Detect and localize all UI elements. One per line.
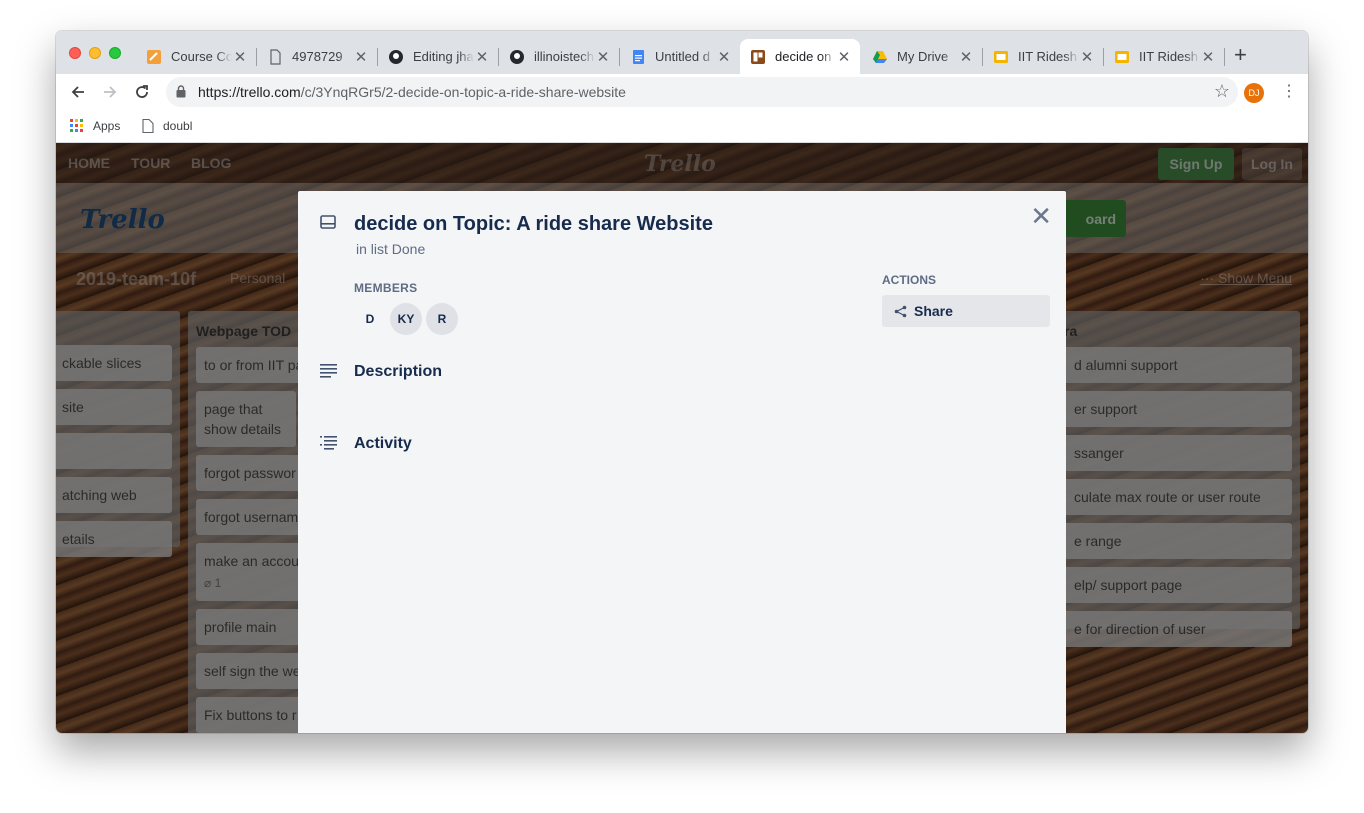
member-avatar[interactable]: KY xyxy=(390,303,422,335)
tab-title: IIT Ridesh xyxy=(1139,49,1199,64)
browser-tab[interactable]: illinoistech ✕ xyxy=(499,39,620,74)
apps-grid-icon xyxy=(70,119,84,133)
tab-separator xyxy=(1224,48,1225,66)
back-arrow-icon xyxy=(71,86,84,98)
minimize-window-button[interactable] xyxy=(89,47,101,59)
tab-title: 4978729 xyxy=(292,49,343,64)
card-detail-modal: ✕ decide on Topic: A ride share Website … xyxy=(298,191,1066,733)
bookmark-doubl[interactable]: doubl xyxy=(142,119,192,133)
url-text: https://trello.com/c/3YnqRGr5/2-decide-o… xyxy=(198,84,626,100)
browser-tab[interactable]: IIT Ridesh ✕ xyxy=(1104,39,1225,74)
close-tab-icon[interactable]: ✕ xyxy=(353,48,369,66)
lock-icon xyxy=(176,85,186,103)
close-window-button[interactable] xyxy=(69,47,81,59)
reload-button[interactable] xyxy=(132,82,152,102)
close-tab-icon[interactable]: ✕ xyxy=(1079,48,1095,66)
card-list-name[interactable]: in list Done xyxy=(356,241,425,257)
tab-title: decide on xyxy=(775,49,832,64)
members-heading: MEMBERS xyxy=(354,281,418,295)
close-tab-icon[interactable]: ✕ xyxy=(716,48,732,66)
share-label: Share xyxy=(914,303,953,319)
share-icon xyxy=(894,305,907,318)
activity-heading: Activity xyxy=(354,435,412,452)
google-drive-icon xyxy=(872,49,888,65)
bookmarks-bar: Apps doubl xyxy=(56,111,1308,143)
close-tab-icon[interactable]: ✕ xyxy=(232,48,248,66)
actions-heading: ACTIONS xyxy=(882,273,936,287)
bookmark-apps[interactable]: Apps xyxy=(70,119,120,133)
member-avatar[interactable]: D xyxy=(354,303,386,335)
close-tab-icon[interactable]: ✕ xyxy=(474,48,490,66)
browser-window: Course Co ✕ 4978729 ✕ Editing jha ✕ illi… xyxy=(56,31,1308,733)
new-tab-button[interactable]: + xyxy=(1234,44,1247,66)
browser-toolbar: https://trello.com/c/3YnqRGr5/2-decide-o… xyxy=(56,74,1308,111)
browser-tab[interactable]: Course Co ✕ xyxy=(136,39,257,74)
reload-icon xyxy=(136,85,148,98)
close-tab-icon[interactable]: ✕ xyxy=(595,48,611,66)
browser-tab[interactable]: Editing jha ✕ xyxy=(378,39,499,74)
description-heading: Description xyxy=(354,363,443,380)
google-docs-icon xyxy=(630,49,646,65)
url-domain: https://trello.com xyxy=(198,84,301,100)
course-icon xyxy=(146,49,162,65)
card-title[interactable]: decide on Topic: A ride share Website xyxy=(354,213,713,236)
tab-title: My Drive xyxy=(897,49,949,64)
close-modal-icon[interactable]: ✕ xyxy=(1030,203,1052,229)
description-icon xyxy=(320,363,338,384)
card-icon xyxy=(320,215,336,234)
tab-strip: Course Co ✕ 4978729 ✕ Editing jha ✕ illi… xyxy=(56,31,1308,74)
browser-menu-icon[interactable]: ⋮ xyxy=(1281,81,1297,101)
close-tab-icon[interactable]: ✕ xyxy=(958,48,974,66)
trello-page: HOME TOUR BLOG Trello Sign Up Log In Tre… xyxy=(56,143,1308,733)
url-path: /c/3YnqRGr5/2-decide-on-topic-a-ride-sha… xyxy=(300,84,626,100)
doc-page-icon xyxy=(267,48,283,65)
tab-title: Editing jha xyxy=(413,49,474,64)
browser-tab-active[interactable]: decide on ✕ xyxy=(740,39,860,74)
trello-icon xyxy=(750,49,766,65)
member-avatar[interactable]: R xyxy=(426,303,458,335)
google-slides-icon xyxy=(993,49,1009,65)
zoom-window-button[interactable] xyxy=(109,47,121,59)
back-button[interactable] xyxy=(68,82,88,102)
tab-title: Untitled d xyxy=(655,49,710,64)
share-button[interactable]: Share xyxy=(882,295,1050,327)
address-bar[interactable]: https://trello.com/c/3YnqRGr5/2-decide-o… xyxy=(166,77,1238,107)
forward-button[interactable] xyxy=(100,82,120,102)
tab-title: illinoistech xyxy=(534,49,594,64)
github-icon xyxy=(509,49,525,65)
close-tab-icon[interactable]: ✕ xyxy=(836,48,852,66)
tab-title: IIT Ridesh xyxy=(1018,49,1078,64)
bookmark-label: doubl xyxy=(163,119,193,133)
browser-tab[interactable]: IIT Ridesh ✕ xyxy=(983,39,1104,74)
browser-tab[interactable]: Untitled d ✕ xyxy=(620,39,740,74)
forward-arrow-icon xyxy=(104,86,117,98)
github-icon xyxy=(388,49,404,65)
tab-title: Course Co xyxy=(171,49,232,64)
browser-tab[interactable]: My Drive ✕ xyxy=(862,39,983,74)
bookmark-label: Apps xyxy=(93,119,121,133)
close-tab-icon[interactable]: ✕ xyxy=(1200,48,1216,66)
bookmark-star-icon[interactable]: ☆ xyxy=(1214,81,1230,102)
activity-icon xyxy=(320,435,338,456)
profile-avatar[interactable]: DJ xyxy=(1244,83,1264,103)
browser-tab[interactable]: 4978729 ✕ xyxy=(257,39,378,74)
page-icon xyxy=(142,119,154,133)
google-slides-icon xyxy=(1114,49,1130,65)
